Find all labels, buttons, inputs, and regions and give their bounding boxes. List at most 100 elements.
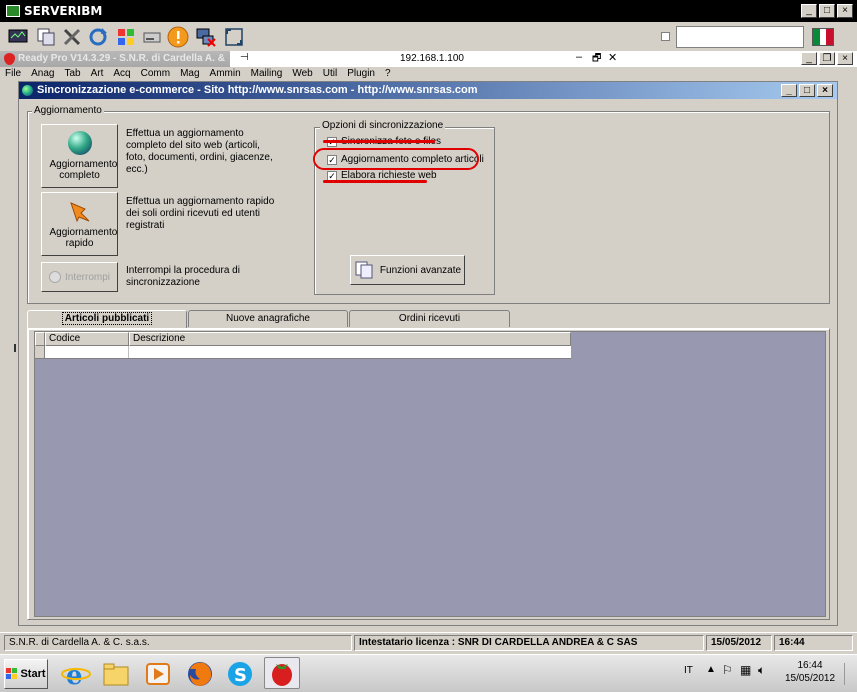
menu-mailing[interactable]: Mailing (246, 67, 288, 81)
internet-explorer-icon[interactable]: e (60, 659, 92, 691)
stop-button[interactable]: Interrompi (41, 262, 118, 292)
pin-icon[interactable]: ⊣ (240, 52, 249, 63)
app-restore-button[interactable]: ❐ (819, 52, 835, 65)
maximize-button[interactable]: □ (819, 4, 835, 18)
toolbar-checkbox[interactable] (661, 32, 670, 41)
grid-row[interactable] (35, 346, 571, 359)
menu-plugin[interactable]: Plugin (342, 67, 380, 81)
side-marker (14, 344, 16, 352)
column-header-code[interactable]: Codice (45, 332, 129, 346)
refresh-icon[interactable] (86, 25, 110, 49)
advanced-functions-button[interactable]: Funzioni avanzate (350, 255, 465, 285)
network-disconnect-icon[interactable] (194, 25, 218, 49)
quick-update-button[interactable]: Aggiornamento rapido (41, 192, 118, 256)
app-minimize-button[interactable]: _ (801, 52, 817, 65)
svg-text:S: S (234, 665, 247, 686)
dialog-maximize-button[interactable]: □ (799, 84, 815, 97)
remote-close-icon[interactable]: ✕ (608, 51, 617, 64)
grid-cell-code[interactable] (45, 346, 129, 358)
stop-description: Interrompi la procedura di sincronizzazi… (126, 265, 240, 288)
menu-comm[interactable]: Comm (136, 67, 175, 81)
articles-grid[interactable]: Codice Descrizione (34, 331, 826, 617)
grid-row-indicator (35, 346, 45, 358)
quick-update-description: Effettua un aggiornamento rapido dei sol… (126, 196, 275, 231)
tab-new-contacts[interactable]: Nuove anagrafiche (188, 310, 348, 327)
stop-icon (48, 271, 61, 283)
menu-mag[interactable]: Mag (175, 67, 204, 81)
update-group-label: Aggiornamento (32, 105, 104, 116)
skype-icon[interactable]: S (224, 659, 256, 689)
language-indicator[interactable]: IT (684, 665, 693, 676)
drive-icon[interactable] (140, 25, 164, 49)
volume-icon[interactable]: 🔈︎ (758, 663, 765, 678)
firefox-icon[interactable] (184, 659, 216, 689)
tab-received-orders[interactable]: Ordini ricevuti (349, 310, 510, 327)
grid-cell-description[interactable] (129, 346, 571, 358)
alert-icon[interactable] (166, 25, 190, 49)
tools-icon[interactable] (60, 25, 84, 49)
globe-icon (67, 131, 92, 155)
column-header-description[interactable]: Descrizione (129, 332, 571, 346)
taskbar: Start e S IT ▲ ⚐ ▦ 🔈︎ 16:44 15/05/2012 (0, 654, 857, 692)
full-update-description: Effettua un aggiornamento completo del s… (126, 128, 273, 175)
status-license: Intestatario licenza : SNR DI CARDELLA A… (354, 635, 704, 651)
dialog-title: Sincronizzazione e-commerce - Sito http:… (37, 84, 478, 96)
status-bar: S.N.R. di Cardella A. & C. s.a.s. Intest… (0, 632, 857, 652)
app-titlebar: Ready Pro V14.3.29 - S.N.R. di Cardella … (0, 51, 857, 80)
remote-window-title: SERVERIBM (24, 4, 103, 18)
menu-bar: File Anag Tab Art Acq Comm Mag Ammin Mai… (0, 67, 857, 81)
minimize-button[interactable]: _ (801, 4, 817, 18)
fullscreen-icon[interactable] (222, 25, 246, 49)
grid-row-indicator-header (35, 332, 45, 346)
toolbar-input[interactable] (676, 26, 804, 48)
app-title: Ready Pro V14.3.29 - S.N.R. di Cardella … (0, 51, 230, 80)
menu-art[interactable]: Art (86, 67, 109, 81)
status-time: 16:44 (774, 635, 853, 651)
close-button[interactable]: × (837, 4, 853, 18)
strawberry-task-icon (272, 664, 292, 686)
windows-logo-icon[interactable] (114, 25, 138, 49)
network-icon[interactable]: ▦ (740, 663, 751, 677)
underline-mark (323, 180, 427, 183)
tab-published-articles[interactable]: Articoli pubblicati (27, 310, 187, 329)
dialog-minimize-button[interactable]: _ (781, 84, 797, 97)
menu-file[interactable]: File (0, 67, 26, 81)
globe-small-icon (22, 85, 33, 96)
menu-ammin[interactable]: Ammin (205, 67, 246, 81)
dialog-titlebar: Sincronizzazione e-commerce - Sito http:… (19, 82, 837, 99)
status-company: S.N.R. di Cardella A. & C. s.a.s. (4, 635, 352, 651)
grid-header: Codice Descrizione (35, 332, 571, 346)
remote-toolbar (0, 22, 857, 52)
show-desktop-button[interactable] (844, 663, 854, 685)
menu-acq[interactable]: Acq (108, 67, 135, 81)
dialog-close-button[interactable]: × (817, 84, 833, 97)
folder-icon[interactable] (100, 659, 132, 689)
menu-tab[interactable]: Tab (59, 67, 85, 81)
media-player-icon[interactable] (142, 659, 174, 689)
copy-icon[interactable] (34, 25, 58, 49)
windows-start-icon (6, 668, 18, 679)
menu-anag[interactable]: Anag (26, 67, 59, 81)
start-button[interactable]: Start (4, 659, 48, 689)
status-date: 15/05/2012 (706, 635, 772, 651)
app-close-button[interactable]: × (837, 52, 853, 65)
menu-util[interactable]: Util (318, 67, 342, 81)
ready-pro-task[interactable] (264, 657, 300, 689)
flag-icon (812, 28, 834, 46)
full-update-button[interactable]: Aggiornamento completo (41, 124, 118, 188)
show-hidden-icons[interactable]: ▲ (706, 664, 716, 675)
action-center-icon[interactable]: ⚐ (722, 663, 733, 677)
menu-web[interactable]: Web (287, 67, 317, 81)
remote-window-titlebar: SERVERIBM _ □ × (0, 0, 857, 22)
web-requests-checkbox[interactable]: ✓ (327, 170, 337, 181)
documents-icon (355, 261, 373, 279)
strikethrough-mark (323, 140, 435, 143)
clock[interactable]: 16:44 15/05/2012 (780, 659, 840, 685)
arrow-icon (69, 202, 89, 223)
menu-help[interactable]: ? (380, 67, 396, 81)
remote-restore-icon[interactable]: 🗗 (592, 51, 601, 68)
svg-text:e: e (66, 661, 83, 689)
monitor-icon[interactable] (6, 25, 30, 49)
options-group-label: Opzioni di sincronizzazione (320, 120, 446, 131)
remote-minimize-icon[interactable]: – (576, 51, 582, 63)
